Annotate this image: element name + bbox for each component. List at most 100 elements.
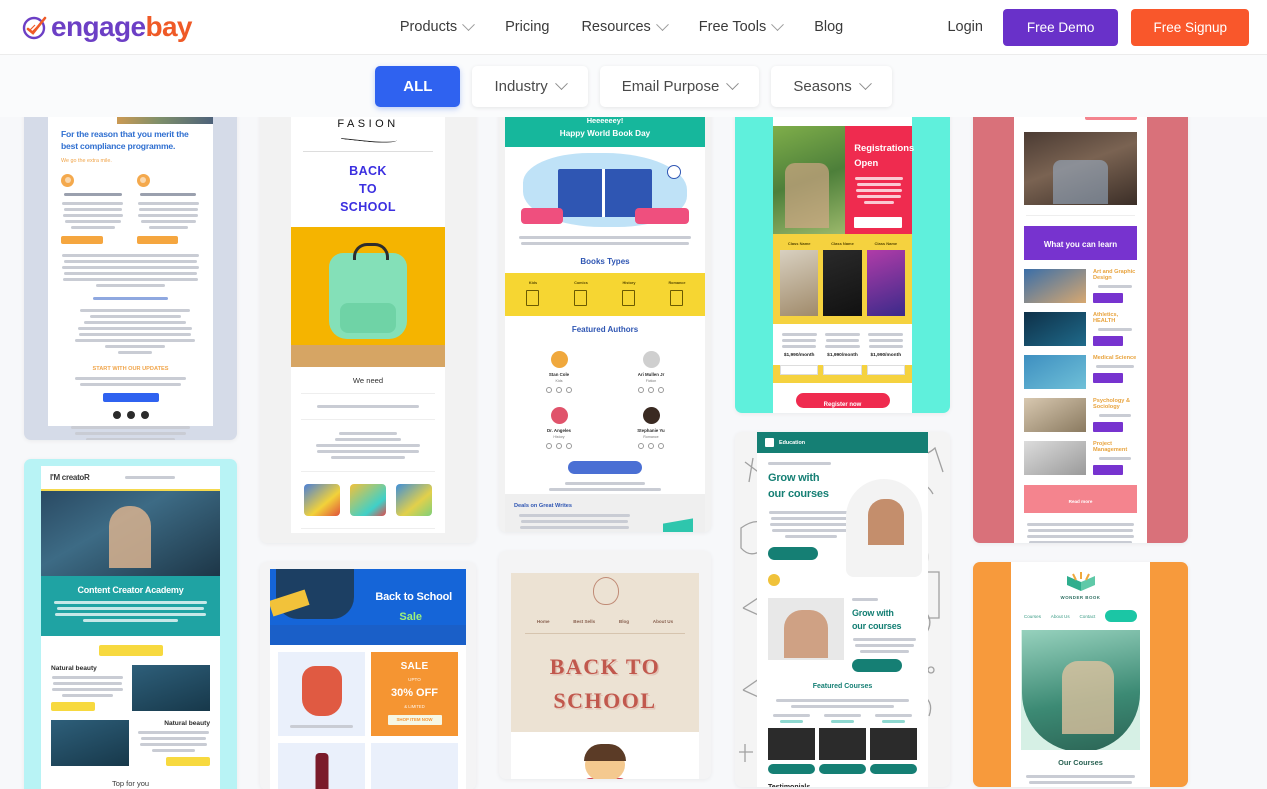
book-logo-icon <box>1064 572 1098 592</box>
book-type-label: Romance <box>668 281 686 285</box>
person-icon <box>61 173 74 187</box>
twitter-icon <box>126 410 135 419</box>
creator-hero-image <box>41 491 220 576</box>
course-button <box>819 763 866 774</box>
book-type-label: Comics <box>574 281 588 285</box>
course-row: Art and Graphic Design <box>1014 260 1147 303</box>
template-card-fasion-back-to-school[interactable]: FASION BACK TO SCHOOL We need <box>260 100 476 543</box>
students-photo-2 <box>768 597 844 660</box>
compliance-heading: For the reason that you merit the best c… <box>61 129 189 152</box>
gallery-column-3: Heeeeeey! Happy World Book Day Books Typ… <box>499 100 711 789</box>
learn-hero-image <box>1024 132 1137 205</box>
vintage-illustration <box>511 732 699 779</box>
creator-section-1-title: Natural beauty <box>51 665 97 672</box>
school-supplies-illustrations <box>291 476 445 524</box>
filter-label-industry: Industry <box>494 77 548 95</box>
filter-chip-seasons[interactable]: Seasons <box>771 65 892 107</box>
free-signup-button[interactable]: Free Signup <box>1131 8 1249 46</box>
template-card-compliance[interactable]: For the reason that you merit the best c… <box>24 100 237 440</box>
creator-section-2-title: Natural beauty <box>164 720 210 727</box>
course-read-more-button <box>1093 373 1123 383</box>
fasion-section-1: We need <box>352 376 384 386</box>
wonderbook-login-button <box>1105 610 1138 622</box>
template-card-back-to-school-sale[interactable]: Back to School Sale SALE UPTO 30% OFF & … <box>260 562 476 789</box>
gallery-column-4: Registrations Open Class Name Class Name <box>735 100 950 789</box>
chevron-down-icon <box>554 76 568 90</box>
class-read-more-button <box>823 365 862 375</box>
book-icon <box>765 438 774 447</box>
chevron-down-icon <box>655 17 669 31</box>
template-card-what-you-can-learn[interactable]: · · Uni What you can learn Art and Graph… <box>973 100 1188 543</box>
template-card-content-creator[interactable]: I'M creatoR Content Creator Academy Natu… <box>24 459 237 789</box>
template-card-vintage-back-to-school[interactable]: Home Best Sells Blog About Us BACK TO SC… <box>499 551 711 779</box>
social-icons <box>61 410 200 419</box>
sale-note: & LIMITED <box>404 704 425 709</box>
template-card-wonder-book[interactable]: WONDER BOOK Courses About Us Contact Our… <box>973 562 1188 787</box>
author-genre: History <box>553 435 565 439</box>
wonderbook-nav-courses: Courses <box>1023 613 1041 619</box>
creator-brand: I'M creatoR <box>50 473 90 482</box>
course-row: Project Management <box>1014 432 1147 475</box>
backpack-hero-image <box>291 227 445 368</box>
wonderbook-nav: Courses About Us Contact <box>1011 603 1150 630</box>
class-price: $1,990/month <box>783 353 815 358</box>
book-type-label: History <box>622 281 636 285</box>
class-read-more-button <box>866 365 905 375</box>
template-card-education-courses[interactable]: Education Grow with our courses Grow wit… <box>735 432 950 787</box>
author-name: Dr. Angeles <box>547 428 571 433</box>
primary-nav-links: Products Pricing Resources Free Tools Bl… <box>384 11 859 43</box>
nav-item-blog[interactable]: Blog <box>798 11 859 43</box>
bookday-section-1: Books Types <box>580 257 630 266</box>
nav-item-resources[interactable]: Resources <box>565 11 682 43</box>
nav-item-products[interactable]: Products <box>384 11 489 43</box>
filter-chip-all[interactable]: ALL <box>375 65 461 107</box>
vintage-nav: Home Best Sells Blog About Us <box>511 613 699 633</box>
wonderbook-section-title: Our Courses <box>1058 758 1103 767</box>
template-card-registrations-open[interactable]: Registrations Open Class Name Class Name <box>735 100 950 413</box>
feature-column-2 <box>136 173 201 244</box>
product-supplies <box>371 743 458 789</box>
sale-hero-image: Back to School Sale <box>270 569 466 645</box>
filter-chip-industry[interactable]: Industry <box>472 65 588 107</box>
featured-authors-list: Stan Cole Kids Ari Mullen Jr Fiction Dr.… <box>505 341 705 457</box>
engagebay-logo[interactable]: engagebay <box>22 13 192 41</box>
fasion-section-2: Additional School Supplies <box>291 533 445 543</box>
divider <box>303 151 433 152</box>
instagram-icon <box>140 410 149 419</box>
author-name: Stephanie Yu <box>637 428 665 433</box>
student-photo <box>846 479 922 577</box>
login-link[interactable]: Login <box>927 11 1002 43</box>
course-title: Art and Graphic Design <box>1093 269 1136 281</box>
filter-chip-email-purpose[interactable]: Email Purpose <box>599 65 760 107</box>
course-read-more-button <box>1093 336 1123 346</box>
author-item: Dr. Angeles History <box>513 401 605 457</box>
course-button <box>768 763 815 774</box>
nav-label-blog: Blog <box>814 19 844 35</box>
nav-item-pricing[interactable]: Pricing <box>489 11 565 43</box>
deal-title: Deals on Great Writes <box>514 503 573 509</box>
template-card-world-book-day[interactable]: Heeeeeey! Happy World Book Day Books Typ… <box>499 100 711 532</box>
chevron-down-icon <box>858 76 872 90</box>
class-price: $1,990/month <box>827 353 858 358</box>
author-genre: Kids <box>555 379 563 383</box>
book-types-row: Kids Comics History Romance <box>505 273 705 316</box>
course-read-more-button <box>1093 293 1123 303</box>
chevron-down-icon <box>726 76 740 90</box>
top-navigation-bar: engagebay Products Pricing Resources Fre… <box>0 0 1267 55</box>
swoosh-icon <box>337 133 399 143</box>
testimonials-title: Testimonials <box>757 774 928 787</box>
nav-item-free-tools[interactable]: Free Tools <box>683 11 798 43</box>
bookday-line2: Happy World Book Day <box>559 129 651 138</box>
explore-books-button <box>568 461 642 474</box>
free-demo-button[interactable]: Free Demo <box>1002 8 1119 46</box>
learn-more-button-2 <box>166 757 210 766</box>
sale-hero-line1: Back to School <box>375 591 452 603</box>
course-title: Medical Science <box>1093 355 1137 361</box>
course-read-more-button <box>1093 465 1123 475</box>
class-label: Class Name <box>787 241 811 246</box>
gallery-column-1: For the reason that you merit the best c… <box>24 100 237 789</box>
nav-label-products: Products <box>399 19 458 35</box>
course-button <box>870 763 917 774</box>
education-get-started-button-2 <box>852 658 902 672</box>
vintage-heading-line1: BACK TO <box>549 654 661 679</box>
